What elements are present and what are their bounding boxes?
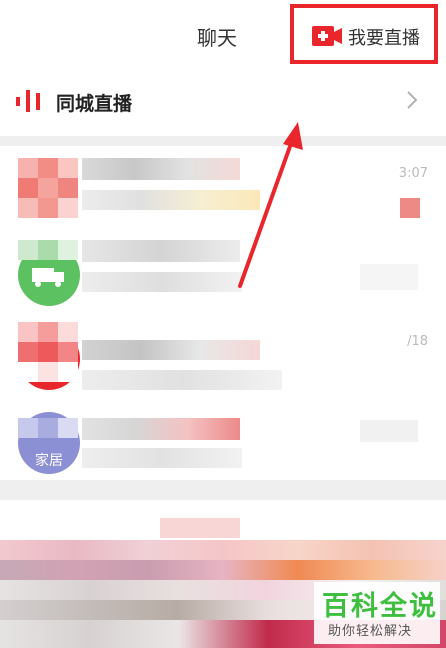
timestamp: 3:07 bbox=[398, 166, 428, 181]
top-bar: 聊天 我要直播 bbox=[0, 0, 446, 73]
chat-title: 聊天 bbox=[197, 26, 237, 50]
avatar-label: 家居 bbox=[35, 453, 63, 469]
video-camera-icon bbox=[312, 26, 342, 46]
watermark-title: 百科全说 bbox=[322, 591, 438, 622]
timestamp: /18 bbox=[407, 334, 428, 349]
conversation-row[interactable] bbox=[0, 230, 446, 314]
conversation-row[interactable]: 家居 bbox=[0, 398, 446, 482]
go-live-label: 我要直播 bbox=[348, 28, 420, 49]
unread-badge bbox=[400, 198, 420, 218]
chevron-right-icon bbox=[407, 91, 418, 109]
conversation-list: 3:07 /18 家居 bbox=[0, 146, 446, 480]
local-live-row[interactable]: 同城直播 bbox=[0, 72, 446, 136]
watermark: 百科全说 助你轻松解决 bbox=[314, 582, 440, 644]
go-live-button[interactable]: 我要直播 bbox=[290, 4, 438, 64]
meta-redacted bbox=[360, 264, 418, 290]
conversation-row[interactable]: 3:07 bbox=[0, 146, 446, 230]
local-live-label: 同城直播 bbox=[56, 93, 133, 115]
meta-redacted bbox=[360, 420, 418, 442]
conversation-row[interactable]: /18 bbox=[0, 314, 446, 398]
watermark-subtitle: 助你轻松解决 bbox=[328, 624, 413, 639]
live-bars-icon bbox=[16, 90, 40, 112]
